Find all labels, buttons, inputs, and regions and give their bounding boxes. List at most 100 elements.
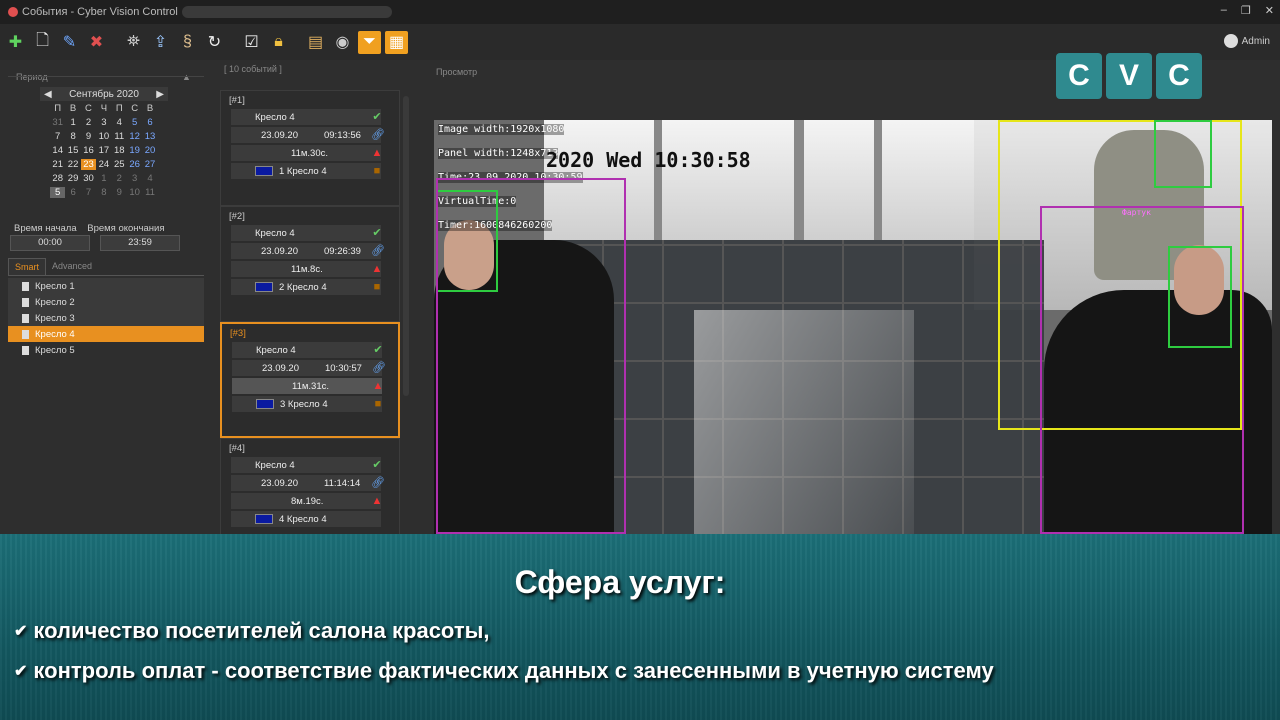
event-card[interactable]: [#1] Кресло 4 23.09.20 09:13:56 11м.30с. … xyxy=(220,90,400,206)
minimize-button[interactable]: – xyxy=(1221,4,1227,17)
calendar-day[interactable]: 27 xyxy=(142,159,157,170)
calendar-day[interactable]: 15 xyxy=(65,145,80,156)
list-item[interactable]: Кресло 4 xyxy=(8,326,204,342)
calendar-day[interactable]: 4 xyxy=(112,117,127,128)
close-window-button[interactable]: ✕ xyxy=(1265,4,1274,17)
calendar-day[interactable]: 3 xyxy=(96,117,111,128)
video-viewer[interactable]: Image width:1920x1080 Panel width:1248x7… xyxy=(434,120,1272,534)
calendar-day[interactable]: 30 xyxy=(81,173,96,184)
calendar-day[interactable]: 8 xyxy=(65,131,80,142)
link-icon[interactable]: 🔗︎ xyxy=(371,129,385,141)
list-item[interactable]: Кресло 1 xyxy=(8,278,204,294)
warning-icon[interactable]: ▲ xyxy=(371,147,383,159)
refresh-icon[interactable]: ↻ xyxy=(203,31,226,54)
calendar-day[interactable]: 7 xyxy=(81,187,96,198)
calendar-day[interactable]: 6 xyxy=(142,117,157,128)
time-labels: Время начала Время окончания xyxy=(14,223,164,234)
calendar-day[interactable]: 31 xyxy=(50,117,65,128)
checklist-icon[interactable]: ☑ xyxy=(240,31,263,54)
filter-icon[interactable]: ⏷ xyxy=(358,30,381,54)
event-card[interactable]: [#4] Кресло 4 23.09.20 11:14:14 8м.19с. 4… xyxy=(220,438,400,534)
calendar-day[interactable]: 16 xyxy=(81,145,96,156)
calendar-day[interactable]: 9 xyxy=(81,131,96,142)
calendar-day[interactable]: 29 xyxy=(65,173,80,184)
warning-icon[interactable]: ▲ xyxy=(371,263,383,275)
calendar-day[interactable]: 24 xyxy=(96,159,111,170)
list-item[interactable]: Кресло 2 xyxy=(8,294,204,310)
link-icon[interactable]: 🔗︎ xyxy=(371,477,385,489)
end-time-input[interactable]: 23:59 xyxy=(100,235,180,251)
flag-icon[interactable]: ■ xyxy=(371,165,383,177)
calendar-day[interactable]: 5 xyxy=(50,187,66,198)
calendar-day[interactable]: 13 xyxy=(142,131,157,142)
calendar-day[interactable]: 18 xyxy=(112,145,127,156)
maximize-button[interactable]: ❐ xyxy=(1241,4,1251,17)
export-icon[interactable]: ⇪ xyxy=(149,31,172,54)
edit-icon[interactable]: ✎ xyxy=(58,31,81,54)
next-month-button[interactable]: ▶ xyxy=(156,89,164,100)
calendar-day[interactable]: 11 xyxy=(112,131,127,142)
calendar-day[interactable]: 23 xyxy=(80,159,97,170)
calendar-day[interactable]: 21 xyxy=(50,159,65,170)
link-icon[interactable]: 🔗︎ xyxy=(372,362,386,374)
period-section: ◀ Сентябрь 2020 ▶ П В С Ч П С В 31 1 2 3 4 5 6 7 8 9 10 11… xyxy=(8,76,204,256)
event-date: 23.09.20 xyxy=(262,362,299,374)
calendar-day[interactable]: 14 xyxy=(50,145,65,156)
calendar-day[interactable]: 2 xyxy=(112,173,127,184)
check-icon[interactable]: ✔ xyxy=(371,111,383,123)
event-index: [#1] xyxy=(229,95,245,106)
calendar-day[interactable]: 22 xyxy=(65,159,80,170)
add-icon[interactable]: ✚ xyxy=(4,31,27,54)
calendar-day[interactable]: 26 xyxy=(127,159,142,170)
list-item-label: Кресло 1 xyxy=(35,280,75,292)
tab-smart[interactable]: Smart xyxy=(8,258,47,275)
calendar-day[interactable]: 17 xyxy=(96,145,111,156)
events-scrollbar[interactable] xyxy=(403,96,409,396)
calendar-day[interactable]: 1 xyxy=(96,173,111,184)
calendar-day[interactable]: 12 xyxy=(127,131,142,142)
new-document-icon[interactable]: 🗋 xyxy=(31,31,54,54)
check-icon[interactable]: ✔ xyxy=(371,459,383,471)
calendar-day[interactable]: 7 xyxy=(50,131,65,142)
warning-icon[interactable]: ▲ xyxy=(371,495,383,507)
event-card[interactable]: [#2] Кресло 4 23.09.20 09:26:39 11м.8с. 2… xyxy=(220,206,400,322)
calendar-day[interactable]: 19 xyxy=(127,145,142,156)
calendar-day[interactable]: 6 xyxy=(65,187,80,198)
calendar-view-icon[interactable]: ▦ xyxy=(385,30,408,54)
calendar-day[interactable]: 28 xyxy=(50,173,65,184)
calendar-day[interactable]: 1 xyxy=(65,117,80,128)
eye-icon[interactable]: ◉ xyxy=(331,31,354,54)
calendar-day[interactable]: 10 xyxy=(127,187,142,198)
calendar-day[interactable]: 5 xyxy=(127,117,142,128)
check-icon[interactable]: ✔ xyxy=(372,344,384,356)
flag-icon[interactable]: ■ xyxy=(371,281,383,293)
list-item[interactable]: Кресло 3 xyxy=(8,310,204,326)
link-icon[interactable]: 🔗︎ xyxy=(371,245,385,257)
prev-month-button[interactable]: ◀ xyxy=(44,89,52,100)
list-item[interactable]: Кресло 5 xyxy=(8,342,204,358)
calendar-day[interactable]: 3 xyxy=(127,173,142,184)
calendar-day[interactable]: 8 xyxy=(96,187,111,198)
flag-icon[interactable]: ■ xyxy=(372,398,384,410)
calendar-day[interactable]: 4 xyxy=(142,173,157,184)
event-label-row: 3 Кресло 4 xyxy=(232,396,382,412)
start-time-input[interactable]: 00:00 xyxy=(10,235,90,251)
user-menu[interactable]: Admin xyxy=(1223,34,1270,48)
warning-icon[interactable]: ▲ xyxy=(372,380,384,392)
calendar-day[interactable]: 11 xyxy=(142,187,157,198)
calendar-day[interactable]: 9 xyxy=(112,187,127,198)
checkmark-icon: ✔ xyxy=(14,623,28,640)
binoculars-icon[interactable]: ⛯ xyxy=(122,31,145,54)
scroll-icon[interactable]: § xyxy=(176,31,199,54)
calendar-day[interactable]: 20 xyxy=(142,145,157,156)
event-card-selected[interactable]: [#3] Кресло 4 23.09.20 10:30:57 11м.31с. … xyxy=(220,322,400,438)
folder-icon[interactable]: ▤ xyxy=(304,31,327,54)
tab-advanced[interactable]: Advanced xyxy=(46,258,98,275)
check-icon[interactable]: ✔ xyxy=(371,227,383,239)
delete-icon[interactable]: ✖ xyxy=(85,31,108,54)
lock-icon[interactable]: 🔒︎ xyxy=(267,31,290,54)
calendar-day[interactable]: 2 xyxy=(81,117,96,128)
weekday-label: П xyxy=(115,103,123,114)
calendar-day[interactable]: 10 xyxy=(96,131,111,142)
calendar-day[interactable]: 25 xyxy=(112,159,127,170)
